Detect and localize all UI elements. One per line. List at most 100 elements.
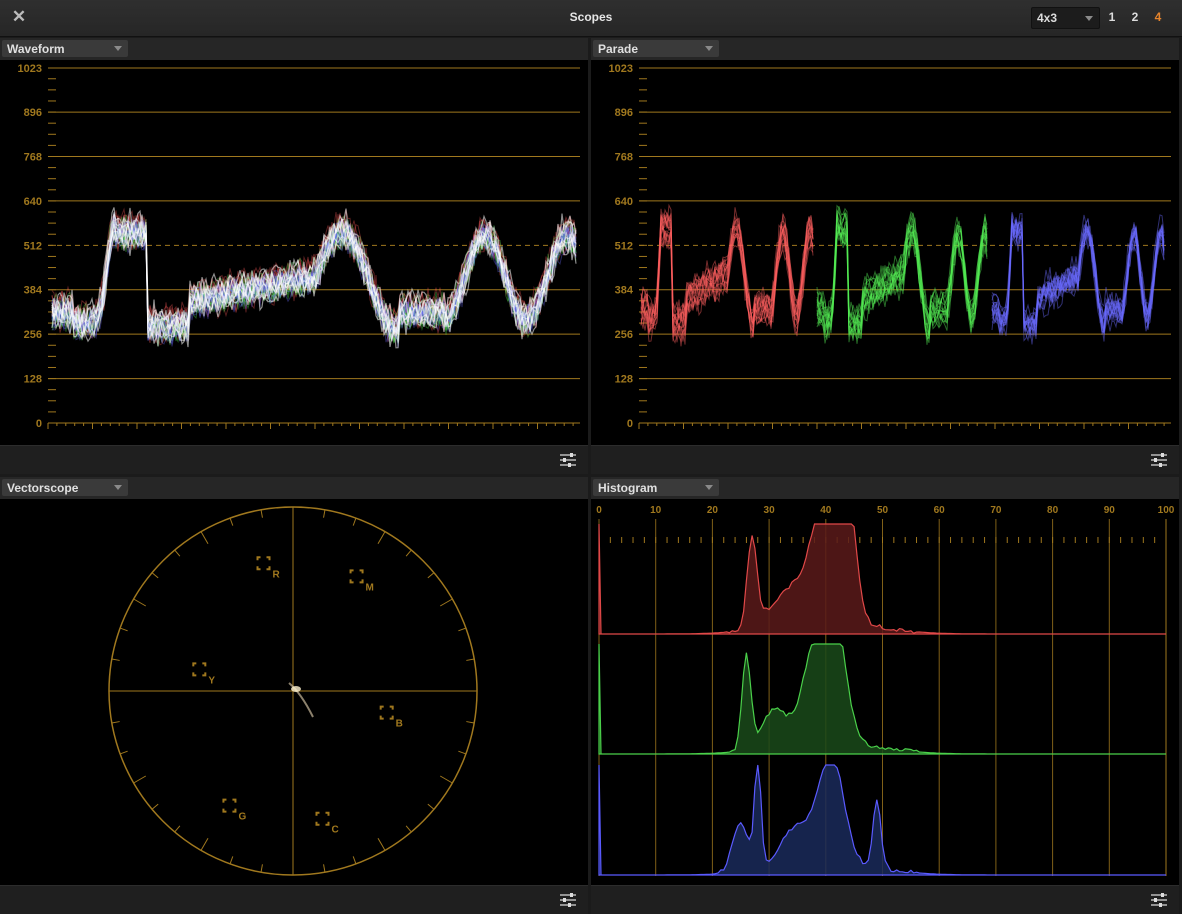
vectorscope-target-label: R [273,569,281,580]
layout-2-button[interactable]: 2 [1126,8,1144,26]
vectorscope-tick [405,549,412,557]
vectorscope-target-b [379,705,394,720]
vectorscope-tick [229,517,234,526]
parade-axis-label: 768 [615,151,633,163]
histogram-axis-label: 20 [707,505,719,516]
histogram-scope-label: Histogram [598,481,658,495]
histogram-axis-label: 0 [596,505,602,516]
waveform-scope-selector[interactable]: Waveform [2,40,128,57]
parade-axis-label: 896 [615,107,633,119]
vectorscope-tick [427,803,435,810]
histogram-axis-label: 40 [820,505,832,516]
parade-axis-label: 128 [615,374,633,386]
chevron-down-icon [705,485,713,490]
histogram-axis-label: 60 [934,505,946,516]
histogram-axis-label: 80 [1047,505,1059,516]
vectorscope-tick [458,627,467,632]
vectorscope-target-label: Y [208,675,215,686]
vectorscope-tick [352,517,357,526]
vectorscope-target-label: B [396,719,403,730]
parade-axis-label: 256 [615,329,633,341]
sliders-icon[interactable] [1149,451,1169,469]
vectorscope-tick [133,598,147,607]
vectorscope-tick [119,750,128,755]
histogram-axis-label: 30 [764,505,776,516]
layout-4-button[interactable]: 4 [1149,8,1167,26]
title-bar: ✕ Scopes 4x3 1 2 4 [0,0,1182,37]
waveform-panel-header: Waveform [0,38,588,60]
histogram-axis-label: 50 [877,505,889,516]
vectorscope-target-c [315,811,330,826]
sliders-icon[interactable] [558,891,578,909]
histogram-panel-footer [591,885,1179,914]
waveform-panel: Waveform 1023 896 768 640 512 384 256 128 0 [0,38,588,474]
vectorscope-tick [352,856,357,865]
waveform-axis-label: 0 [36,418,42,430]
histogram-panel: Histogram 0 10 20 30 40 50 60 70 80 90 100 [591,477,1179,914]
vectorscope-panel: Vectorscope R M Y B G C [0,477,588,914]
vectorscope-tick [229,856,234,865]
waveform-scope: 1023 896 768 640 512 384 256 128 0 [0,60,588,446]
vectorscope-tick [323,864,326,873]
vectorscope-scope: R M Y B G C [0,499,588,886]
close-icon[interactable]: ✕ [10,8,28,26]
parade-panel-footer [591,445,1179,474]
vectorscope-panel-header: Vectorscope [0,477,588,499]
waveform-axis-label: 640 [24,196,42,208]
waveform-axis-label: 768 [24,151,42,163]
vectorscope-tick [119,627,128,632]
histogram-panel-header: Histogram [591,477,1179,499]
chevron-down-icon [705,46,713,51]
parade-panel-header: Parade [591,38,1179,60]
vectorscope-tick [466,721,475,724]
sliders-icon[interactable] [1149,891,1169,909]
vectorscope-scope-selector[interactable]: Vectorscope [2,479,128,496]
waveform-axis-label: 896 [24,107,42,119]
waveform-axis-label: 256 [24,329,42,341]
vectorscope-tick [151,803,159,810]
vectorscope-tick [377,837,386,851]
parade-panel: Parade 1023 896 768 640 512 384 256 128 0 [591,38,1179,474]
vectorscope-tick [200,837,209,851]
parade-axis-label: 384 [615,285,634,297]
vectorscope-signal-core [291,686,301,692]
window-title: Scopes [569,10,613,24]
parade-axis-label: 640 [615,196,633,208]
parade-scope-label: Parade [598,42,639,56]
parade-axis-label: 512 [615,240,633,252]
vectorscope-target-label: M [366,582,374,593]
vectorscope-tick [151,572,159,579]
vectorscope-tick [133,775,147,784]
parade-scope: 1023 896 768 640 512 384 256 128 0 [591,60,1179,446]
histogram-scope-selector[interactable]: Histogram [593,479,719,496]
waveform-axis-label: 384 [24,285,43,297]
vectorscope-tick [260,864,263,873]
layout-dropdown[interactable]: 4x3 [1031,7,1100,29]
sliders-icon[interactable] [558,451,578,469]
layout-1-button[interactable]: 1 [1103,8,1121,26]
vectorscope-target-y [192,662,207,677]
histogram-axis-label: 10 [650,505,662,516]
histogram-axis-label: 100 [1158,505,1175,516]
vectorscope-graph: R M Y B G C [108,506,478,876]
vectorscope-tick [260,509,263,518]
vectorscope-panel-footer [0,885,588,914]
vectorscope-target-label: G [238,812,246,823]
vectorscope-target-r [256,556,271,571]
vectorscope-tick [200,531,209,545]
vectorscope-target-m [349,569,364,584]
vectorscope-tick [174,825,181,833]
parade-graph: 1023 896 768 640 512 384 256 128 0 [609,63,1171,430]
chevron-down-icon [1085,16,1093,21]
waveform-scope-label: Waveform [7,42,65,56]
waveform-axis-label: 1023 [18,63,42,75]
chevron-down-icon [114,46,122,51]
vectorscope-tick [439,598,453,607]
waveform-graph: 1023 896 768 640 512 384 256 128 0 [18,63,580,430]
histogram-graph: 0 10 20 30 40 50 60 70 80 90 100 [596,505,1175,876]
parade-axis-label: 0 [627,418,633,430]
vectorscope-tick [405,825,412,833]
parade-scope-selector[interactable]: Parade [593,40,719,57]
histogram-axis-label: 90 [1104,505,1116,516]
vectorscope-tick [458,750,467,755]
